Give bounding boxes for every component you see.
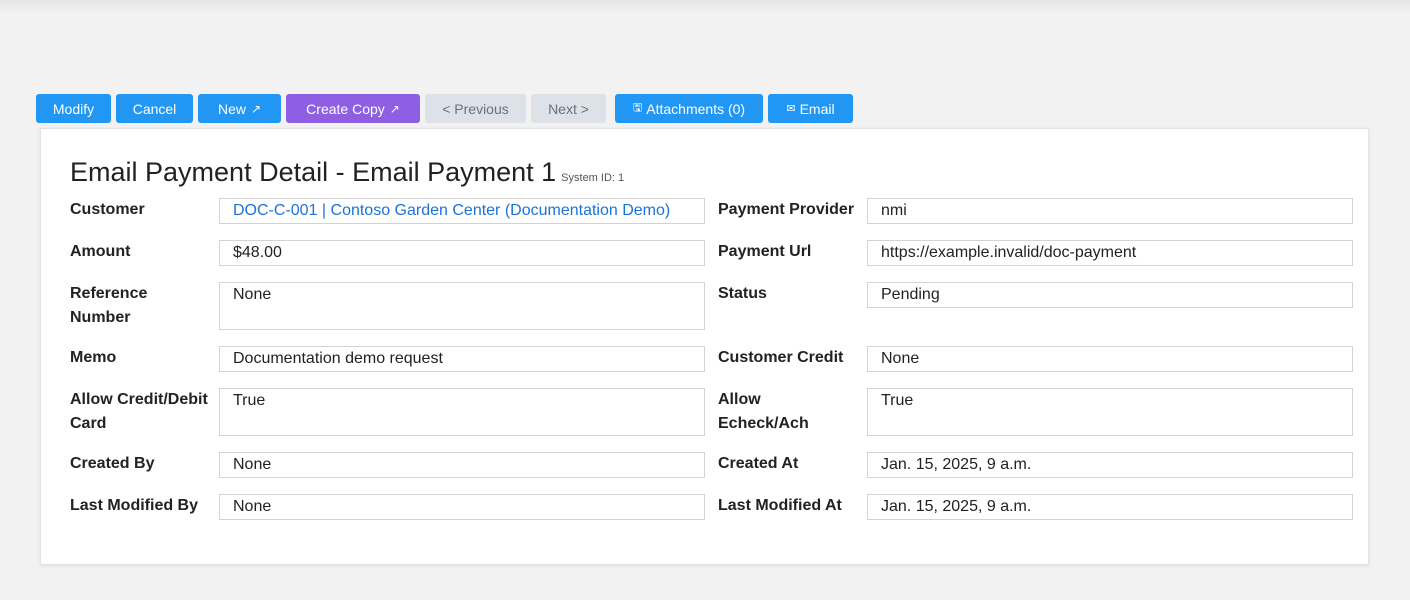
last-modified-by-label: Last Modified By	[70, 497, 199, 514]
envelope-icon: ✉	[786, 103, 796, 115]
created-at-value: Jan. 15, 2025, 9 a.m.	[867, 452, 1353, 478]
memo-label: Memo	[70, 349, 117, 366]
customer-label: Customer	[70, 201, 145, 218]
customer-value-link[interactable]: DOC-C-001 | Contoso Garden Center (Docum…	[219, 198, 705, 224]
status-label: Status	[718, 285, 767, 302]
reference-number-label: Reference Number	[70, 285, 148, 326]
page-title-text: Email Payment Detail - Email Payment 1	[70, 157, 557, 187]
amount-label: Amount	[70, 243, 131, 260]
modify-button[interactable]: Modify	[36, 94, 111, 123]
payment-url-value: https://example.invalid/doc-payment	[867, 240, 1353, 266]
floppy-disk-icon: 🖫	[632, 102, 643, 114]
next-label: Next >	[548, 100, 589, 117]
new-label: New	[217, 100, 246, 117]
customer-credit-label: Customer Credit	[718, 349, 844, 366]
reference-number-value: None	[219, 282, 705, 330]
cancel-label: Cancel	[132, 100, 177, 117]
created-by-value: None	[219, 452, 705, 478]
previous-button[interactable]: < Previous	[425, 94, 526, 123]
new-button[interactable]: New ↗	[198, 94, 281, 123]
attachments-label: Attachments (0)	[646, 100, 746, 117]
system-id: System ID: 1	[561, 172, 625, 184]
last-modified-by-value: None	[219, 494, 705, 520]
top-bar-shadow	[0, 0, 1410, 14]
payment-url-label: Payment Url	[718, 243, 812, 260]
page-title: Email Payment Detail - Email Payment 1 Sy…	[70, 157, 624, 188]
memo-value: Documentation demo request	[219, 346, 705, 372]
created-at-label: Created At	[718, 455, 799, 472]
allow-card-value: True	[219, 388, 705, 436]
allow-echeck-value: True	[867, 388, 1353, 436]
payment-provider-value: nmi	[867, 198, 1353, 224]
external-link-icon: ↗	[250, 101, 262, 116]
created-by-label: Created By	[70, 455, 155, 472]
previous-label: < Previous	[442, 100, 509, 117]
last-modified-at-label: Last Modified At	[718, 497, 842, 514]
email-label: Email	[799, 100, 835, 117]
external-link-icon: ↗	[389, 101, 400, 116]
payment-provider-label: Payment Provider	[718, 201, 855, 218]
allow-echeck-label: Allow Echeck/Ach	[718, 391, 809, 432]
amount-value: $48.00	[219, 240, 705, 266]
modify-label: Modify	[52, 100, 95, 117]
action-toolbar: Modify Cancel New ↗ Create Copy ↗ < Previo…	[36, 94, 858, 123]
next-button[interactable]: Next >	[531, 94, 606, 123]
email-button[interactable]: ✉ Email	[768, 94, 853, 123]
create-copy-button[interactable]: Create Copy ↗	[286, 94, 420, 123]
cancel-button[interactable]: Cancel	[116, 94, 193, 123]
status-value: Pending	[867, 282, 1353, 308]
detail-card: Email Payment Detail - Email Payment 1 Sy…	[40, 128, 1369, 565]
attachments-button[interactable]: 🖫 Attachments (0)	[615, 94, 763, 123]
last-modified-at-value: Jan. 15, 2025, 9 a.m.	[867, 494, 1353, 520]
create-copy-label: Create Copy	[306, 100, 385, 117]
allow-card-label: Allow Credit/Debit Card	[70, 391, 208, 432]
customer-credit-value: None	[867, 346, 1353, 372]
